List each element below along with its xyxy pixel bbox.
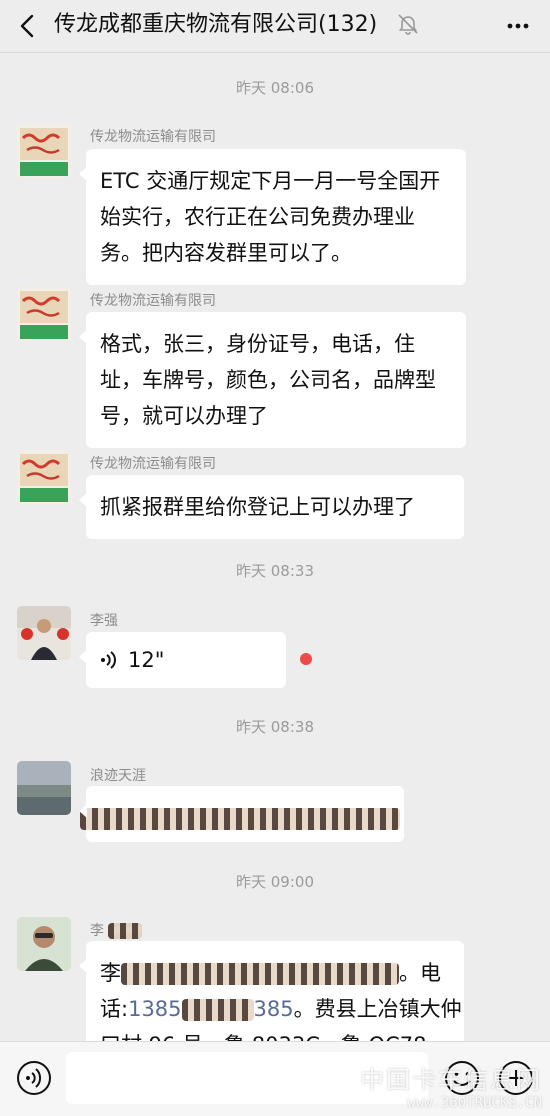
phone-link[interactable]: 1385 385: [128, 997, 294, 1021]
bell-off-icon: [398, 14, 418, 35]
message-bubble[interactable]: 格式，张三，身份证号，电话，住址，车牌号，颜色，公司名，品牌型号，就可以办理了: [79, 312, 466, 448]
message-bubble[interactable]: 李 。电 话:1385385。费县上冶镇大仲 口村 96 号，鲁 8033C，鲁 …: [79, 941, 464, 1041]
input-bar: [0, 1041, 550, 1116]
message-text: 格式，张三，身份证号，电话，住址，车牌号，颜色，公司名，品牌型号，就可以办理了: [100, 332, 436, 428]
redacted-content: [121, 963, 399, 985]
chevron-left-icon[interactable]: [14, 12, 42, 40]
voice-wave-icon: [101, 651, 116, 669]
timestamp: 昨天 08:33: [236, 562, 314, 580]
message-bubble[interactable]: ETC 交通厅规定下月一月一号全国开始实行，农行正在公司免费办理业务。把内容发群…: [79, 149, 466, 285]
avatar[interactable]: [17, 761, 71, 815]
sender-name-visible: 李: [90, 923, 104, 939]
redacted-content: [80, 808, 400, 830]
redacted-content: [108, 923, 142, 939]
chat-header: 传龙成都重庆物流有限公司(132): [0, 0, 550, 53]
timestamp: 昨天 09:00: [236, 873, 314, 891]
sender-name: 传龙物流运输有限司: [90, 293, 216, 309]
plus-icon[interactable]: [498, 1060, 534, 1096]
avatar[interactable]: [17, 287, 71, 341]
sender-name: 传龙物流运输有限司: [90, 456, 216, 472]
unread-dot: [300, 653, 312, 665]
redacted-content: [181, 999, 254, 1021]
voice-duration: 12": [128, 648, 165, 672]
message-text: 抓紧报群里给你登记上可以办理了: [100, 495, 415, 519]
message-bubble[interactable]: 抓紧报群里给你登记上可以办理了: [79, 475, 464, 539]
message-text: 话:: [100, 997, 129, 1021]
more-horizontal-icon[interactable]: [504, 12, 532, 40]
timestamp: 昨天 08:06: [236, 79, 314, 97]
message-text: ETC 交通厅规定下月一月一号全国开始实行，农行正在公司免费办理业务。把内容发群…: [100, 169, 441, 265]
avatar[interactable]: [17, 606, 71, 660]
message-input[interactable]: [66, 1052, 428, 1104]
avatar[interactable]: [17, 124, 71, 178]
voice-icon[interactable]: [16, 1060, 52, 1096]
sender-name: 浪迹天涯: [90, 768, 146, 784]
message-text: 。费县上冶镇大仲: [293, 997, 462, 1021]
sender-name: 李: [90, 920, 142, 940]
chat-title: 传龙成都重庆物流有限公司(132): [54, 12, 378, 37]
avatar[interactable]: [17, 450, 71, 504]
emoji-icon[interactable]: [444, 1060, 480, 1096]
sender-name: 李强: [90, 613, 118, 629]
message-bubble[interactable]: [79, 786, 404, 842]
message-text: 口村 96 号，鲁 8033C，鲁 QC78: [100, 1033, 426, 1041]
sender-name: 传龙物流运输有限司: [90, 129, 216, 145]
message-text: 李: [100, 961, 121, 985]
voice-message-bubble[interactable]: 12": [79, 632, 286, 688]
timestamp: 昨天 08:38: [236, 718, 314, 736]
chat-message-list[interactable]: 昨天 08:06 传龙物流运输有限司 ETC 交通厅规定下月一月一号全国开始实行…: [0, 53, 550, 1041]
avatar[interactable]: [17, 917, 71, 971]
message-text: 。电: [399, 961, 441, 985]
